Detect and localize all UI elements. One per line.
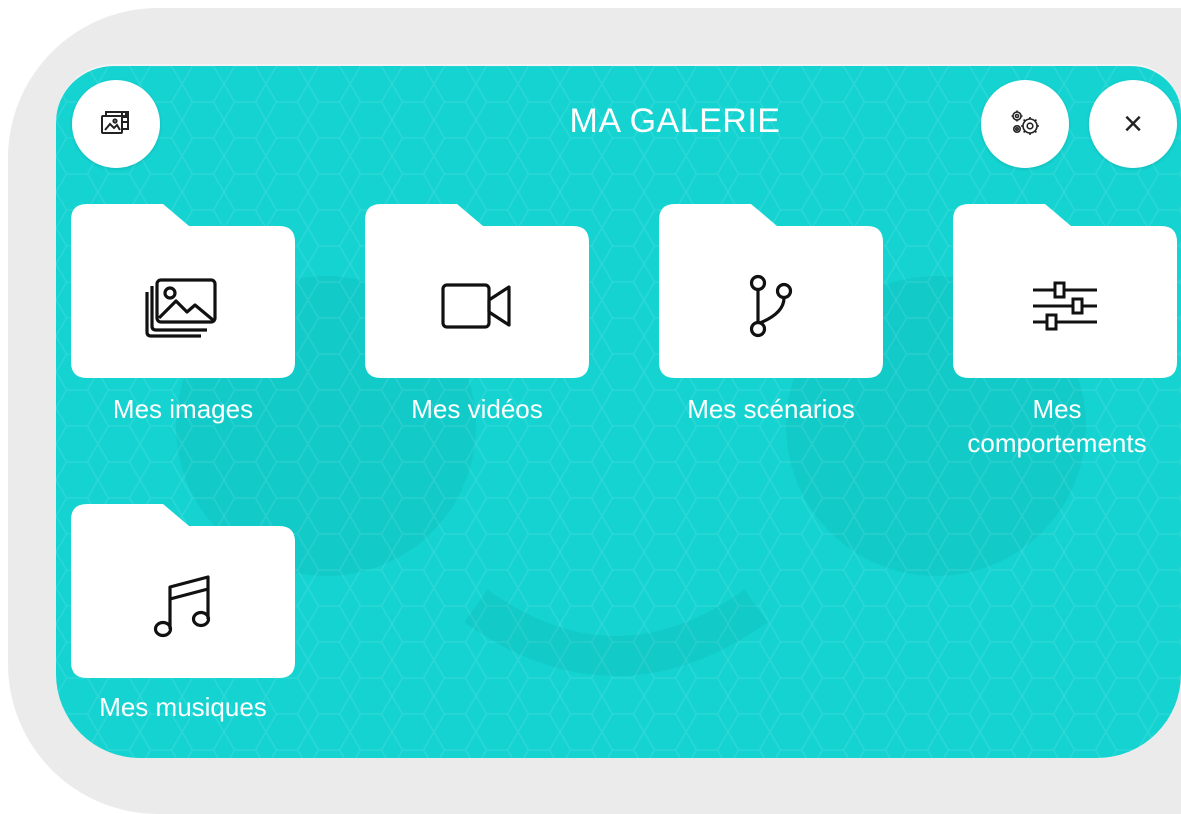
images-icon (141, 264, 225, 348)
folder-label: Mes scénarios (687, 394, 855, 424)
folder-mes-comportements[interactable]: Mes comportements (953, 202, 1177, 458)
settings-button[interactable] (981, 80, 1069, 168)
close-icon: × (1123, 105, 1143, 143)
gallery-icon (101, 111, 129, 134)
music-note-icon (141, 564, 225, 648)
folder-label: Mes vidéos (411, 394, 543, 424)
page-title: MA GALERIE (569, 102, 781, 140)
folder-label: Mes images (112, 394, 254, 424)
folder-label: Mes musiques (99, 692, 267, 722)
sliders-icon (1023, 264, 1107, 348)
folder-label-line2: comportements (967, 428, 1147, 458)
branch-icon (729, 264, 813, 348)
folder-mes-scenarios[interactable]: Mes scénarios (659, 202, 883, 424)
folder-mes-images[interactable]: Mes images (71, 202, 295, 424)
video-camera-icon (435, 264, 519, 348)
gears-icon (1011, 110, 1039, 135)
folder-mes-videos[interactable]: Mes vidéos (365, 202, 589, 424)
gallery-button[interactable] (72, 80, 160, 168)
folder-label: Mes comportements (933, 392, 1181, 460)
close-button[interactable]: × (1089, 80, 1177, 168)
folder-mes-musiques[interactable]: Mes musiques (71, 502, 295, 722)
folder-label-line1: Mes (1032, 394, 1082, 424)
